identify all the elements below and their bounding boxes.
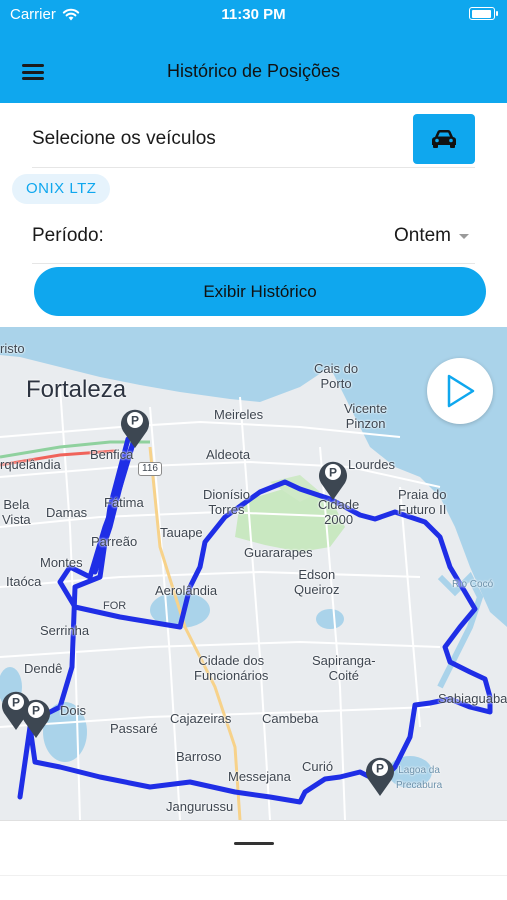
map-label: Passaré bbox=[110, 721, 158, 736]
svg-text:P: P bbox=[376, 762, 384, 776]
map-label: Aerolândia bbox=[155, 583, 218, 598]
chevron-down-icon bbox=[459, 233, 469, 239]
map-label-lake: Lagoa da Precabura bbox=[396, 765, 443, 791]
river bbox=[437, 571, 484, 689]
map-label: Fátima bbox=[104, 495, 144, 510]
map-label: Dionísio Torres bbox=[203, 487, 250, 517]
parking-pin-icon[interactable]: P bbox=[362, 751, 398, 797]
sheet-drag-handle[interactable] bbox=[234, 842, 274, 845]
map-label: Sabiaguaba bbox=[438, 691, 507, 706]
bottom-sheet[interactable] bbox=[0, 820, 507, 900]
map-label: Damas bbox=[46, 505, 88, 520]
map-label: Cais do Porto bbox=[314, 361, 359, 391]
show-history-button[interactable]: Exibir Histórico bbox=[34, 267, 486, 316]
map-label: risto bbox=[0, 341, 25, 356]
svg-text:P: P bbox=[329, 466, 337, 480]
app-header: Carrier 11:30 PM Histórico de Posições bbox=[0, 0, 507, 103]
period-row: Período: Ontem bbox=[32, 212, 475, 264]
map-label: Barroso bbox=[176, 749, 222, 764]
svg-text:P: P bbox=[131, 414, 139, 428]
car-icon bbox=[432, 130, 456, 148]
map-label: Edson Queiroz bbox=[294, 567, 340, 597]
map-label: Tauape bbox=[160, 525, 203, 540]
map-label: Benfica bbox=[90, 447, 134, 462]
parking-pin-icon[interactable]: P bbox=[18, 693, 54, 739]
map-label: Dois bbox=[60, 703, 87, 718]
map-label: Cajazeiras bbox=[170, 711, 232, 726]
period-select[interactable]: Ontem bbox=[394, 225, 469, 247]
vehicle-chip-onix-ltz[interactable]: ONIX LTZ bbox=[12, 174, 111, 204]
map-label: Montes bbox=[40, 555, 83, 570]
map-label: Cidade 2000 bbox=[318, 497, 360, 527]
map-label: Aldeota bbox=[206, 447, 251, 462]
map-label: Dendê bbox=[24, 661, 63, 676]
map-label: Cambeba bbox=[262, 711, 319, 726]
map-label: Parreão bbox=[91, 534, 138, 549]
map-label: Itaóca bbox=[6, 574, 42, 589]
status-bar: Carrier 11:30 PM bbox=[0, 0, 507, 30]
battery-icon bbox=[469, 7, 498, 20]
vehicle-selector-label: Selecione os veículos bbox=[32, 128, 216, 149]
map-label: Lourdes bbox=[348, 457, 395, 472]
play-icon bbox=[447, 374, 475, 408]
play-route-button[interactable] bbox=[427, 358, 493, 424]
map-label: Jangurussu bbox=[166, 799, 234, 814]
map-label: Cidade dos Funcionários bbox=[194, 653, 269, 683]
map-label: Serrinha bbox=[40, 623, 90, 638]
highway-shield: 116 bbox=[138, 462, 162, 476]
period-label: Período: bbox=[32, 225, 104, 246]
map-label: Bela Vista bbox=[2, 497, 31, 527]
parking-pin-icon[interactable]: P bbox=[117, 403, 153, 449]
map-label: Vicente Pinzon bbox=[344, 401, 388, 431]
map-label: Praia do Futuro II bbox=[398, 487, 447, 517]
map-label: rquelândia bbox=[0, 457, 61, 472]
parking-pin-icon[interactable]: P bbox=[315, 455, 351, 501]
map-label: Messejana bbox=[228, 769, 291, 784]
map-label: Guararapes bbox=[244, 545, 313, 560]
divider bbox=[0, 875, 507, 876]
map-label-airport: FOR bbox=[103, 600, 127, 612]
map-label: Sapiranga- Coité bbox=[312, 653, 376, 683]
status-time: 11:30 PM bbox=[221, 6, 286, 23]
page-title: Histórico de Posições bbox=[166, 61, 341, 81]
select-vehicles-button[interactable] bbox=[413, 114, 475, 164]
map-label: Meireles bbox=[214, 407, 264, 422]
svg-text:P: P bbox=[32, 704, 40, 718]
map-label: Curió bbox=[302, 759, 334, 774]
map-label-city: Fortaleza bbox=[26, 376, 127, 403]
period-value: Ontem bbox=[393, 225, 451, 246]
lake bbox=[316, 609, 344, 629]
vehicle-selector-row: Selecione os veículos bbox=[32, 110, 475, 168]
map-label-river: Rio Cocó bbox=[452, 579, 494, 590]
